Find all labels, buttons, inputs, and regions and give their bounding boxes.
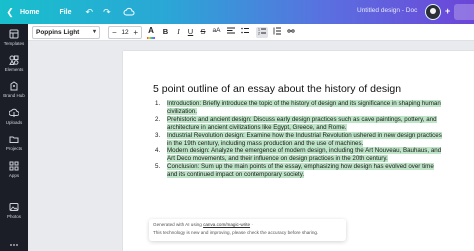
sidebar-item-uploads[interactable]: Uploads [0, 108, 28, 125]
sidebar-item-label: Elements [4, 67, 24, 72]
more-icon [10, 244, 18, 246]
list-item[interactable]: 2. Prehistoric and ancient design: Discus… [155, 115, 445, 132]
sidebar-item-label: Brand Hub [3, 93, 25, 98]
underline-button[interactable]: U [186, 27, 195, 38]
font-family-value: Poppins Light [36, 29, 80, 36]
add-collaborator-icon[interactable]: + [445, 6, 450, 16]
decrease-font-size-button[interactable]: − [112, 28, 117, 37]
align-left-icon[interactable] [226, 27, 236, 38]
photos-icon [9, 203, 19, 211]
color-swatch [147, 37, 155, 39]
sidebar-item-label: Photos [6, 214, 21, 219]
list-item-text[interactable]: Industrial Revolution design: Examine ho… [167, 131, 442, 147]
projects-icon [9, 136, 19, 143]
list-item[interactable]: 1. Introduction: Briefly introduce the to… [155, 100, 445, 116]
ai-attribution-prefix: Generated with AI using [153, 222, 204, 227]
undo-icon[interactable]: ↶ [86, 7, 94, 18]
list-item-text[interactable]: Prehistoric and ancient design: Discuss … [167, 115, 437, 131]
text-effects-icon[interactable] [286, 27, 296, 38]
list-item-number: 2. [155, 115, 161, 123]
sidebar-item-label: Templates [3, 41, 25, 46]
file-menu[interactable]: File [59, 9, 71, 16]
font-family-dropdown[interactable]: Poppins Light ▾ [32, 26, 100, 39]
sidebar-item-apps[interactable]: Apps [0, 161, 28, 178]
list-item[interactable]: 3. Industrial Revolution design: Examine … [155, 131, 445, 148]
ai-attribution-suffix: · [250, 222, 253, 227]
sidebar-item-elements[interactable]: Elements [0, 55, 28, 72]
bold-button[interactable]: B [161, 27, 170, 38]
ai-disclaimer-popup: Generated with AI using canva.com/magic-… [149, 219, 346, 241]
list-item-number: 3. [155, 131, 161, 139]
strikethrough-button[interactable]: S [198, 27, 208, 38]
chevron-down-icon: ▾ [92, 29, 96, 35]
text-color-icon: A [148, 26, 154, 35]
ai-disclaimer-text: This technology is new and improving, pl… [153, 230, 319, 235]
home-button[interactable]: Home [20, 9, 39, 16]
sidebar-item-more[interactable] [0, 240, 28, 250]
list-item-text[interactable]: Modern design: Analyze the emergence of … [167, 147, 442, 163]
elements-icon [9, 55, 19, 65]
list-item[interactable]: 5. Conclusion: Sum up the main points of … [155, 163, 445, 179]
font-size-value[interactable]: 12 [121, 29, 128, 36]
chevron-left-icon[interactable]: ❮ [3, 0, 17, 24]
templates-icon [9, 29, 19, 39]
outline-list[interactable]: 1. Introduction: Briefly introduce the to… [155, 100, 445, 179]
magic-write-link[interactable]: canva.com/magic-write [203, 222, 250, 227]
document-page[interactable]: 5 point outline of an essay about the hi… [123, 51, 474, 251]
bullet-list-icon[interactable] [240, 27, 250, 38]
sidebar-item-label: Uploads [5, 120, 23, 125]
avatar[interactable] [425, 4, 441, 20]
letter-case-button[interactable]: aA [211, 27, 222, 38]
list-item[interactable]: 4. Modern design: Analyze the emergence o… [155, 147, 445, 163]
increase-font-size-button[interactable]: + [133, 28, 138, 37]
list-item-number: 4. [155, 147, 161, 155]
sidebar: Templates Elements Brand Hub Uploads Pro… [0, 24, 28, 251]
list-item-number: 5. [155, 163, 161, 171]
italic-button[interactable]: I [174, 27, 183, 38]
uploads-icon [9, 108, 19, 117]
svg-text:2: 2 [258, 32, 260, 36]
sidebar-item-templates[interactable]: Templates [0, 29, 28, 46]
sidebar-item-photos[interactable]: Photos [0, 202, 28, 219]
canvas-area: 5 point outline of an essay about the hi… [28, 41, 474, 251]
numbered-list-icon[interactable]: 12 [256, 27, 268, 38]
apps-icon [9, 161, 19, 171]
line-spacing-icon[interactable] [272, 27, 282, 38]
redo-icon[interactable]: ↷ [103, 7, 111, 18]
sidebar-item-label: Projects [5, 146, 23, 151]
document-heading[interactable]: 5 point outline of an essay about the hi… [153, 83, 401, 95]
font-size-stepper[interactable]: − 12 + [108, 26, 142, 39]
text-toolbar: Poppins Light ▾ − 12 + A B I U S aA 12 [28, 24, 474, 41]
cloud-save-icon[interactable] [123, 6, 135, 18]
sidebar-item-brand-hub[interactable]: Brand Hub [0, 81, 28, 98]
share-button[interactable] [454, 4, 474, 20]
top-bar: ❮ Home File ↶ ↷ Untitled design - Doc + [0, 0, 474, 24]
ai-attribution: Generated with AI using canva.com/magic-… [153, 222, 342, 227]
text-color-button[interactable]: A [146, 26, 156, 39]
brand-hub-icon [10, 81, 18, 91]
list-item-number: 1. [155, 100, 161, 107]
list-item-text[interactable]: Introduction: Briefly introduce the topi… [167, 100, 441, 115]
sidebar-item-label: Apps [8, 173, 20, 178]
document-title[interactable]: Untitled design - Doc [357, 7, 417, 14]
sidebar-item-projects[interactable]: Projects [0, 134, 28, 151]
list-item-text[interactable]: Conclusion: Sum up the main points of th… [167, 163, 434, 179]
